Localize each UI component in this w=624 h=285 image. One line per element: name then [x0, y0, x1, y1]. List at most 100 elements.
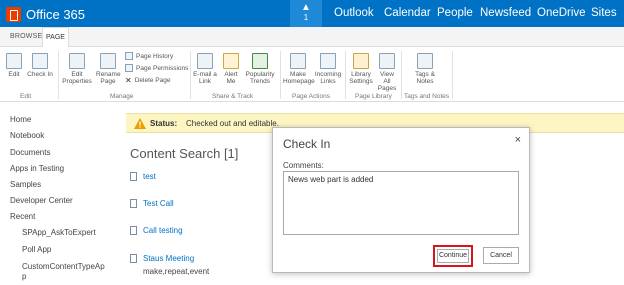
popularity-trends-button[interactable]: Popularity Trends [244, 53, 276, 85]
group-label-page-actions: Page Actions [292, 93, 330, 100]
document-icon [130, 226, 137, 235]
suite-nav-outlook[interactable]: Outlook [334, 7, 374, 19]
make-homepage-button[interactable]: Make Homepage [283, 53, 315, 85]
alert-me-label: Alert Me [224, 71, 238, 85]
nav-developer-center[interactable]: Developer Center [10, 196, 73, 205]
notification-button[interactable]: ▲ 1 [290, 0, 322, 27]
search-result-link[interactable]: Test Call [143, 199, 174, 208]
check-in-icon [32, 53, 48, 69]
tab-browse[interactable]: BROWSE [10, 33, 42, 40]
nav-notebook[interactable]: Notebook [10, 131, 44, 140]
tag-icon [417, 53, 433, 69]
continue-label: Continue [437, 249, 469, 263]
suite-nav-onedrive[interactable]: OneDrive [537, 7, 586, 19]
group-label-share-track: Share & Track [212, 93, 254, 100]
search-result[interactable]: test [130, 172, 156, 181]
search-result-link[interactable]: Staus Meeting [143, 254, 194, 263]
nav-recent-item-wrap[interactable]: p [22, 272, 26, 281]
cancel-button[interactable]: Cancel [483, 247, 519, 264]
suite-nav-newsfeed[interactable]: Newsfeed [480, 7, 531, 19]
status-label: Status: [150, 119, 178, 128]
group-divider [345, 51, 346, 99]
search-result-link[interactable]: Call testing [143, 226, 183, 235]
tags-notes-label: Tags & Notes [415, 71, 435, 85]
suite-nav-people[interactable]: People [437, 7, 473, 19]
nav-documents[interactable]: Documents [10, 148, 50, 157]
make-homepage-label: Make Homepage [283, 71, 315, 85]
search-result-tags: make,repeat,event [143, 267, 210, 276]
search-result-link[interactable]: test [143, 172, 156, 181]
left-navigation: Home Notebook Documents Apps in Testing … [0, 102, 120, 285]
tags-notes-button[interactable]: Tags & Notes [410, 53, 440, 85]
view-all-pages-label: View All Pages [377, 71, 397, 92]
nav-recent[interactable]: Recent [10, 212, 35, 221]
popularity-trends-label: Popularity Trends [245, 71, 275, 85]
rename-page-label: Rename Page [96, 71, 121, 85]
continue-button[interactable]: Continue [433, 245, 473, 267]
alert-me-button[interactable]: Alert Me [220, 53, 242, 85]
office-logo-icon [6, 6, 21, 22]
rename-page-button[interactable]: Rename Page [96, 53, 121, 85]
group-divider [452, 51, 453, 99]
nav-samples[interactable]: Samples [10, 180, 41, 189]
alert-icon: ▲ [301, 2, 311, 13]
page-history-button[interactable]: Page History [125, 52, 173, 60]
status-text: Checked out and editable. [186, 119, 279, 128]
delete-icon: ✕ [125, 76, 132, 85]
edit-properties-label: Edit Properties [62, 71, 92, 85]
nav-recent-item[interactable]: Poll App [22, 245, 51, 254]
rename-icon [100, 53, 116, 69]
page-history-label: Page History [136, 52, 174, 60]
nav-apps-in-testing[interactable]: Apps in Testing [10, 164, 64, 173]
dialog-title: Check In [283, 137, 331, 151]
comments-textarea[interactable]: News web part is added [283, 171, 519, 235]
edit-label: Edit [8, 71, 20, 78]
library-settings-button[interactable]: Library Settings [348, 53, 374, 85]
library-settings-icon [353, 53, 369, 69]
nav-home[interactable]: Home [10, 115, 31, 124]
edit-icon [6, 53, 22, 69]
search-result[interactable]: Test Call [130, 199, 174, 208]
incoming-links-label: Incoming Links [314, 71, 342, 85]
warning-icon [134, 118, 146, 129]
nav-recent-item[interactable]: SPApp_AskToExpert [22, 228, 96, 237]
incoming-links-button[interactable]: Incoming Links [314, 53, 342, 85]
history-icon [125, 52, 133, 60]
nav-recent-item[interactable]: CustomContentTypeAp [22, 262, 105, 271]
page-permissions-button[interactable]: Page Permissions [125, 64, 188, 72]
tab-page[interactable]: PAGE [42, 27, 69, 48]
check-in-button[interactable]: Check In [27, 53, 53, 78]
page-permissions-label: Page Permissions [136, 64, 189, 72]
delete-page-button[interactable]: ✕ Delete Page [125, 76, 170, 85]
group-label-edit: Edit [20, 93, 32, 100]
office365-brand[interactable]: Office 365 [6, 4, 85, 24]
email-icon [197, 53, 213, 69]
document-icon [130, 199, 137, 208]
email-link-button[interactable]: E-mail a Link [192, 53, 218, 85]
search-result[interactable]: Staus Meeting [130, 254, 194, 263]
view-all-pages-button[interactable]: View All Pages [376, 53, 398, 92]
content-search-title: Content Search [1] [130, 146, 239, 161]
document-icon [130, 254, 137, 263]
excel-icon [252, 53, 268, 69]
suite-nav-calendar[interactable]: Calendar [384, 7, 431, 19]
permissions-icon [125, 64, 133, 72]
delete-page-label: Delete Page [134, 77, 171, 84]
pages-icon [379, 53, 395, 69]
close-icon[interactable]: × [515, 134, 521, 146]
bell-icon [223, 53, 239, 69]
edit-button[interactable]: Edit [4, 53, 24, 78]
check-in-label: Check In [27, 71, 53, 78]
edit-properties-button[interactable]: Edit Properties [60, 53, 94, 85]
group-divider [401, 51, 402, 99]
group-label-page-library: Page Library [355, 93, 392, 100]
notification-count: 1 [303, 13, 309, 22]
suite-nav-sites[interactable]: Sites [591, 7, 617, 19]
group-divider [58, 51, 59, 99]
search-result[interactable]: Call testing [130, 226, 183, 235]
library-settings-label: Library Settings [349, 71, 373, 85]
ribbon: Edit Check In Edit Edit Properties Renam… [0, 47, 624, 102]
links-icon [320, 53, 336, 69]
brand-text: Office 365 [26, 6, 86, 22]
check-in-dialog: Check In × Comments: News web part is ad… [272, 127, 530, 273]
